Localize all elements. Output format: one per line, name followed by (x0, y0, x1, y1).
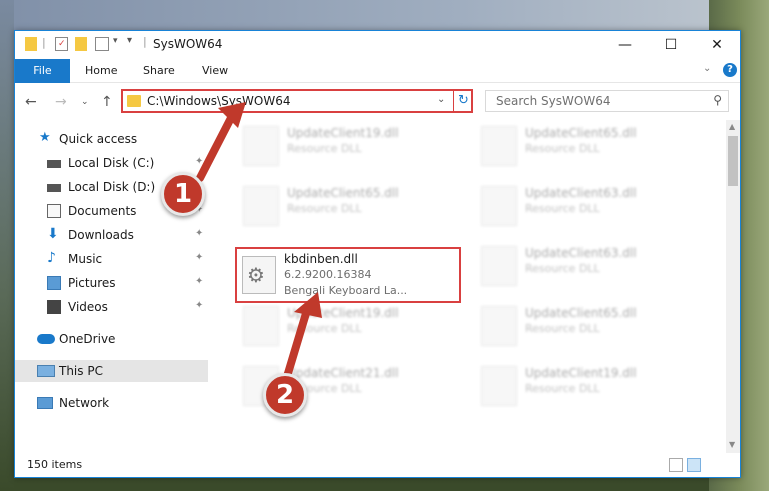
step-badge-2: 2 (263, 373, 307, 417)
arrow-head-2 (294, 292, 322, 318)
arrow-to-address-bar (196, 112, 236, 182)
step-badge-1: 1 (161, 172, 205, 216)
annotation-arrows (196, 102, 322, 384)
arrow-to-file (282, 306, 311, 384)
